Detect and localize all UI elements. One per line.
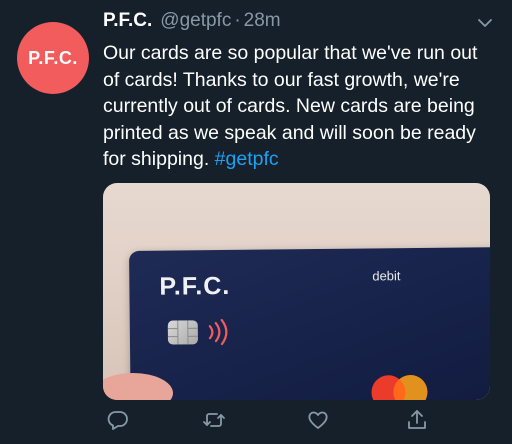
heart-icon[interactable]	[306, 408, 330, 432]
retweet-icon[interactable]	[202, 408, 226, 432]
author-handle[interactable]: @getpfc	[160, 10, 231, 32]
avatar-text: P.F.C.	[28, 47, 78, 68]
tweet-header: P.F.C. @getpfc · 28m	[103, 10, 492, 40]
contactless-icon	[206, 318, 232, 346]
tweet-body: Our cards are so popular that we've run …	[103, 42, 478, 171]
reply-icon[interactable]	[106, 408, 130, 432]
header-separator: ·	[234, 10, 241, 31]
author-name[interactable]: P.F.C.	[103, 10, 152, 32]
card-brand-logo: P.F.C.	[159, 271, 231, 301]
chip-icon	[167, 320, 198, 345]
mastercard-logo	[364, 370, 434, 400]
tweet-text: Our cards are so popular that we've run …	[103, 40, 495, 173]
hashtag-link[interactable]: #getpfc	[215, 148, 279, 170]
tweet-actions	[100, 405, 440, 435]
timestamp[interactable]: 28m	[244, 10, 281, 32]
card-type-label: debit	[372, 268, 401, 284]
tweet-media-image[interactable]: P.F.C. debit	[103, 183, 490, 400]
share-icon[interactable]	[405, 408, 429, 432]
avatar[interactable]: P.F.C.	[17, 22, 89, 94]
chevron-down-icon[interactable]	[476, 14, 494, 32]
card-photo: P.F.C. debit	[129, 247, 490, 400]
